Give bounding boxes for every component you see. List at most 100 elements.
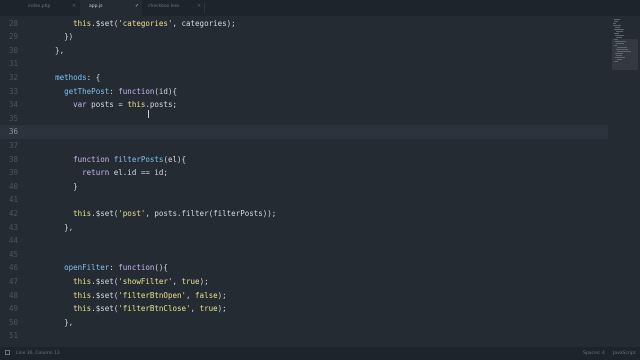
code-line[interactable]: 35 (0, 112, 608, 126)
minimap-line (614, 21, 618, 22)
code-line[interactable]: 48 this.$set('filterBtnOpen', false); (0, 289, 608, 303)
code-line[interactable]: 37 (0, 139, 608, 153)
code-token: , categories); (172, 18, 236, 28)
code-editor[interactable]: 28 this.$set('categories', categories); 2… (0, 16, 608, 347)
tab-bar: index.php × app.js ✓ checkbox.less × (0, 0, 640, 16)
code-line[interactable]: 40 } (0, 180, 608, 194)
tab-label: app.js (89, 4, 103, 9)
code-token: }, (37, 317, 74, 327)
code-text: } (37, 180, 78, 194)
panel-toggle-icon[interactable] (5, 350, 10, 355)
code-token: .$set( (91, 290, 119, 300)
tab-label: index.php (28, 4, 51, 9)
code-line[interactable]: 30 }, (0, 44, 608, 58)
code-token: }, (37, 45, 65, 55)
code-line[interactable]: 42 this.$set('post', posts.filter(filter… (0, 207, 608, 221)
minimap-line (614, 29, 624, 30)
code-token: var (73, 100, 87, 110)
minimap-line (616, 43, 624, 44)
code-line[interactable]: 49 this.$set('filterBtnClose', true); (0, 302, 608, 316)
line-number: 42 (8, 208, 18, 218)
minimap-line (617, 51, 631, 52)
line-number: 50 (8, 317, 18, 327)
syntax-mode[interactable]: JavaScript (613, 351, 636, 356)
line-number: 33 (8, 86, 18, 96)
code-token: 'filterBtnClose' (118, 304, 191, 314)
close-icon[interactable]: × (197, 3, 201, 9)
code-text: getThePost: function(id){ (37, 85, 177, 99)
indentation-setting[interactable]: Spaces: 4 (583, 351, 605, 356)
line-number: 34 (8, 100, 18, 110)
code-text: }, (37, 44, 64, 58)
code-line[interactable]: 36 (0, 125, 608, 139)
code-line[interactable]: 32 methods: { (0, 71, 608, 85)
code-token: 'categories' (118, 18, 173, 28)
tab-checkbox-less[interactable]: checkbox.less × (142, 0, 204, 16)
code-token: : { (86, 72, 101, 82)
code-line[interactable]: 47 this.$set('showFilter', true); (0, 275, 608, 289)
code-text: }, (37, 221, 73, 235)
minimap[interactable] (608, 16, 640, 347)
code-text: this.$set('filterBtnOpen', false); (37, 289, 227, 303)
code-text: return el.id == id; (37, 166, 168, 180)
saved-check-icon[interactable]: ✓ (135, 3, 139, 9)
code-token: function (118, 86, 155, 96)
code-line[interactable]: 34 var posts = this.posts; (0, 98, 608, 112)
code-line[interactable]: 43 }, (0, 221, 608, 235)
code-line[interactable]: 51 (0, 329, 608, 343)
code-token: , (190, 304, 200, 314)
code-text: this.$set('post', posts.filter(filterPos… (37, 207, 276, 221)
code-token: this (73, 304, 92, 314)
tab-index-php[interactable]: index.php × (18, 0, 80, 16)
line-number: 41 (8, 195, 18, 205)
status-bar: Line 36, Column 13 Spaces: 4 JavaScript (0, 347, 640, 360)
code-token: ); (217, 290, 227, 300)
code-line[interactable]: 31 (0, 57, 608, 71)
code-token: .$set( (91, 208, 119, 218)
code-line[interactable]: 45 (0, 248, 608, 262)
code-token: true (199, 304, 218, 314)
code-token: .posts; (145, 100, 177, 110)
code-line[interactable]: 46 openFilter: function(){ (0, 261, 608, 275)
minimap-line (614, 33, 619, 34)
code-line[interactable]: 29 }) (0, 30, 608, 44)
code-text: openFilter: function(){ (37, 261, 168, 275)
line-number: 31 (8, 59, 18, 69)
code-token: posts = (86, 100, 128, 110)
close-icon[interactable]: × (72, 3, 76, 9)
code-line[interactable]: 28 this.$set('categories', categories); (0, 17, 608, 31)
code-token: true (181, 276, 200, 286)
code-token: filterPosts (113, 154, 164, 164)
code-token: this (73, 276, 92, 286)
code-token: }) (37, 32, 74, 42)
code-line[interactable]: 33 getThePost: function(id){ (0, 85, 608, 99)
code-line[interactable]: 44 (0, 234, 608, 248)
minimap-line (615, 57, 625, 58)
code-token: function (118, 263, 155, 273)
line-number: 47 (8, 276, 18, 286)
tab-label: checkbox.less (148, 4, 180, 9)
line-number: 39 (8, 168, 18, 178)
code-token: .$set( (91, 276, 119, 286)
code-line[interactable]: 41 (0, 193, 608, 207)
cursor-position: Line 36, Column 13 (16, 351, 60, 356)
tab-app-js[interactable]: app.js ✓ (80, 0, 142, 16)
code-text: this.$set('filterBtnClose', true); (37, 302, 227, 316)
code-token: , (172, 276, 182, 286)
code-token: getThePost (64, 86, 110, 96)
code-line[interactable]: 50 }, (0, 316, 608, 330)
code-token: this (73, 18, 92, 28)
code-line[interactable]: 39 return el.id == id; (0, 166, 608, 180)
code-token: 'showFilter' (118, 276, 173, 286)
code-token: return (82, 168, 110, 178)
line-number: 49 (8, 304, 18, 314)
code-token: false (195, 290, 218, 300)
code-line[interactable]: 38 function filterPosts(el){ (0, 153, 608, 167)
